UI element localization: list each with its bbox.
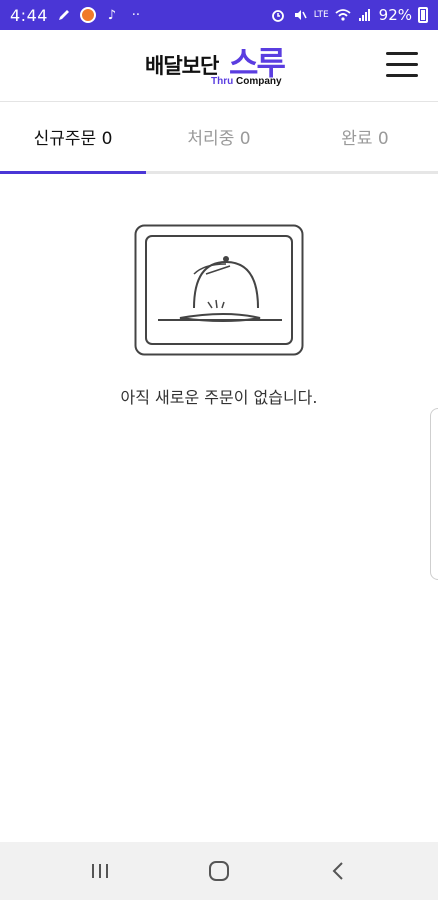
tab-label: 완료 0 — [341, 129, 389, 149]
back-icon — [332, 862, 344, 880]
app-header: 배달보단 스루 Thru Company — [0, 30, 438, 102]
edit-icon — [56, 7, 72, 23]
edge-panel-handle[interactable] — [430, 408, 438, 580]
battery-percent: 92% — [378, 6, 412, 24]
wifi-icon — [335, 7, 351, 23]
hamburger-menu-button[interactable] — [386, 52, 420, 80]
tab-completed[interactable]: 완료 0 — [292, 102, 438, 171]
app-logo: 배달보단 스루 Thru Company — [145, 38, 305, 94]
home-icon — [208, 861, 229, 881]
logo-sub-thru: Thru — [211, 76, 234, 87]
logo-subtitle: Thru Company — [211, 76, 282, 87]
tab-processing[interactable]: 처리중 0 — [146, 102, 292, 171]
recents-button[interactable] — [80, 851, 120, 891]
signal-icon — [357, 7, 373, 23]
menu-line-icon — [386, 63, 418, 66]
tab-label: 처리중 0 — [187, 129, 251, 149]
menu-line-icon — [386, 52, 418, 55]
status-left: 4:44 ♪ ·· — [10, 6, 144, 25]
system-nav-bar — [0, 842, 438, 900]
tab-label: 신규주문 0 — [33, 129, 113, 149]
status-time: 4:44 — [10, 5, 48, 25]
logo-main-text: 배달보단 — [145, 54, 219, 78]
menu-line-icon — [386, 74, 418, 77]
battery-icon — [418, 7, 428, 23]
status-bar: 4:44 ♪ ·· LTE 92% — [0, 0, 438, 30]
orange-app-icon — [79, 7, 96, 23]
status-right: LTE 92% — [270, 6, 428, 24]
food-cloche-icon — [134, 224, 304, 356]
more-icon: ·· — [131, 7, 141, 23]
mute-icon — [292, 7, 308, 23]
order-tabs: 신규주문 0 처리중 0 완료 0 — [0, 102, 438, 174]
recents-icon — [91, 864, 108, 878]
home-button[interactable] — [199, 851, 239, 891]
empty-state-message: 아직 새로운 주문이 없습니다. — [120, 388, 318, 407]
back-button[interactable] — [318, 851, 358, 891]
music-note-icon: ♪ — [107, 7, 117, 23]
volte-icon: LTE — [313, 10, 329, 20]
tab-new-orders[interactable]: 신규주문 0 — [0, 102, 146, 174]
logo-sub-company: Company — [236, 76, 282, 87]
alarm-icon — [270, 7, 286, 23]
